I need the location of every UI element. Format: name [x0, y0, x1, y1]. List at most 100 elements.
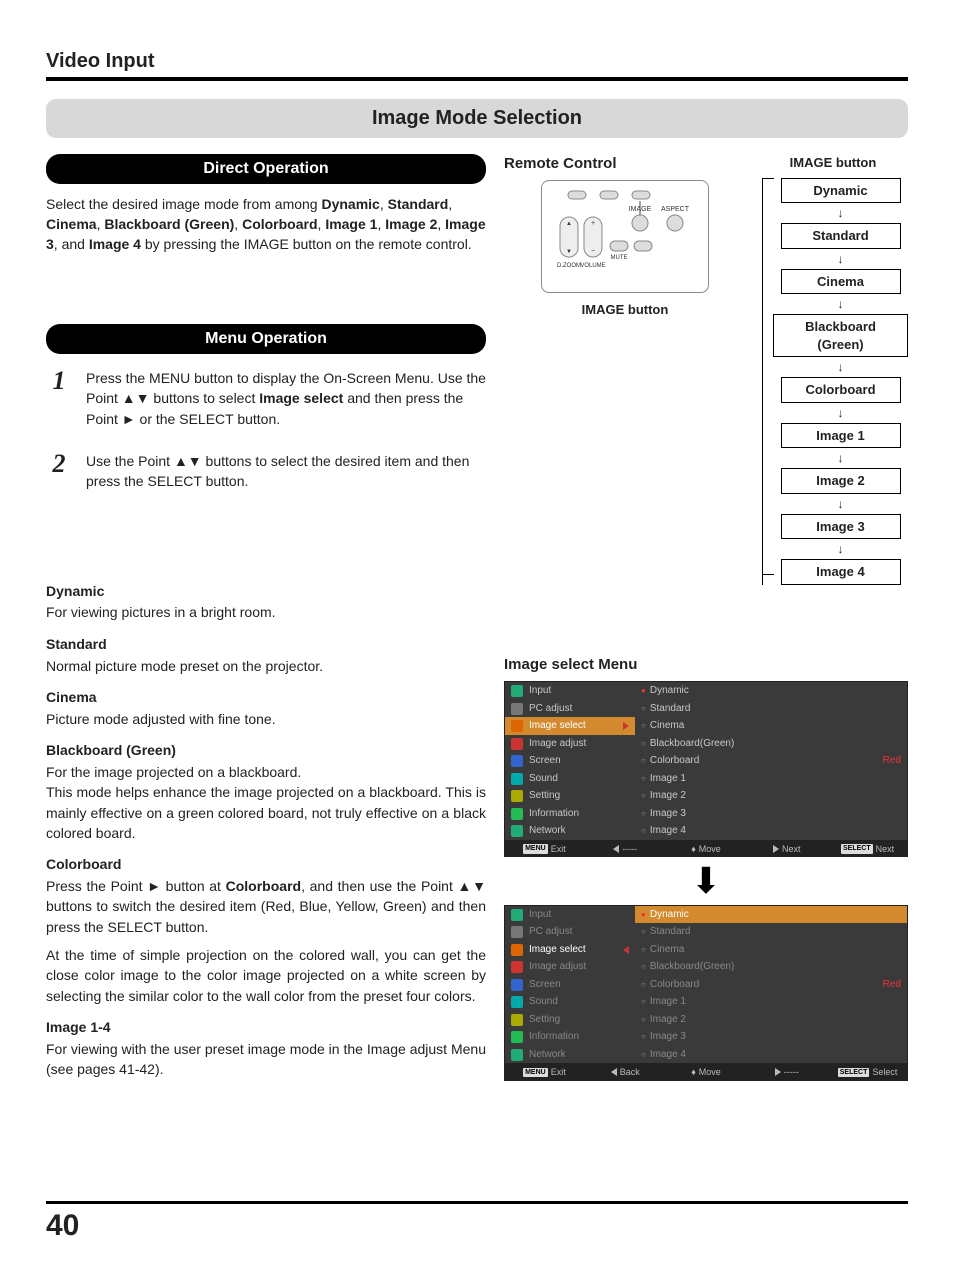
direct-op-pre: Select the desired image mode from among	[46, 196, 321, 212]
triangle-right-icon	[623, 722, 629, 730]
osd-right-label: Cinema	[641, 943, 684, 957]
menu-icon	[511, 685, 523, 697]
osd-row: InputDynamic	[505, 906, 907, 924]
menu-icon	[511, 1049, 523, 1061]
svg-text:VOLUME: VOLUME	[580, 263, 605, 269]
menu-icon	[511, 926, 523, 938]
step-body: Use the Point ▲▼ buttons to select the d…	[86, 451, 486, 492]
osd-right-label: Image 1	[641, 772, 686, 786]
osd-row: Network Image 4	[505, 1046, 907, 1064]
updown-icon: ♦	[691, 843, 696, 855]
remote-control-heading: Remote Control	[504, 154, 746, 174]
cb-desc2: At the time of simple projection on the …	[46, 945, 486, 1006]
page-title: Image Mode Selection	[46, 99, 908, 138]
osd-left-label: PC adjust	[529, 702, 572, 716]
flow-box: Blackboard (Green)	[773, 314, 908, 357]
down-arrow-icon: ↓	[838, 498, 844, 510]
osd-left-label: Input	[529, 908, 551, 922]
menu-icon	[511, 996, 523, 1008]
osd-left-label: Sound	[529, 772, 558, 786]
modes-descriptions: Dynamic For viewing pictures in a bright…	[46, 582, 486, 1080]
menu-icon	[511, 720, 523, 732]
osd-left-label: PC adjust	[529, 925, 572, 939]
flow-box: Image 1	[781, 423, 901, 449]
osd-right-label: Blackboard(Green)	[641, 960, 734, 974]
mode-desc: For the image projected on a blackboard.…	[46, 762, 486, 843]
flow-box: Image 3	[781, 514, 901, 540]
flow-box: Standard	[781, 223, 901, 249]
osd-left-label: Setting	[529, 789, 560, 803]
flow-box: Dynamic	[781, 178, 901, 204]
down-arrow-icon: ↓	[838, 298, 844, 310]
select-badge: SELECT	[838, 1068, 870, 1077]
mode-desc: Press the Point ► button at Colorboard, …	[46, 876, 486, 937]
osd-row: PC adjust Standard	[505, 923, 907, 941]
mode-title: Blackboard (Green)	[46, 741, 486, 760]
menu-badge: MENU	[523, 844, 548, 853]
step-1: 1 Press the MENU button to display the O…	[46, 368, 486, 429]
svg-text:▼: ▼	[566, 249, 572, 255]
mode-colorboard: Colorboard Press the Point ► button at C…	[46, 855, 486, 1006]
osd-left-label: Image select	[529, 943, 586, 957]
osd-row: ScreenColorboardRed	[505, 752, 907, 770]
menu-icon	[511, 773, 523, 785]
menu-icon	[511, 909, 523, 921]
osd-left-label: Information	[529, 807, 579, 821]
mode-desc: For viewing with the user preset image m…	[46, 1039, 486, 1080]
osd-left-label: Sound	[529, 995, 558, 1009]
step1-bold: Image select	[259, 390, 343, 406]
direct-op-post: by pressing the IMAGE button on the remo…	[141, 236, 472, 252]
image-button-label-below: IMAGE button	[582, 301, 669, 319]
svg-text:▲: ▲	[566, 221, 572, 227]
image-button-label-top: IMAGE button	[758, 154, 908, 172]
osd-footer-1: MENUExit ----- ♦Move Next SELECTNext	[504, 841, 908, 857]
triangle-left-icon	[613, 845, 619, 853]
osd-left-label: Image adjust	[529, 960, 586, 974]
triangle-right-icon	[775, 1068, 781, 1076]
flow-diagram: Dynamic↓Standard↓Cinema↓Blackboard (Gree…	[773, 178, 908, 585]
svg-text:+: +	[591, 220, 595, 227]
osd-row: SettingImage 2	[505, 787, 907, 805]
image-select-menu-heading: Image select Menu	[504, 655, 908, 675]
menu-badge: MENU	[523, 1068, 548, 1077]
mode-desc: For viewing pictures in a bright room.	[46, 602, 486, 622]
flow-box: Colorboard	[781, 377, 901, 403]
osd-right-label: Image 3	[641, 807, 686, 821]
osd-row: Image adjustBlackboard(Green)	[505, 735, 907, 753]
triangle-left-icon	[623, 946, 629, 954]
osd-left-label: Image adjust	[529, 737, 586, 751]
osd-right-label: Standard	[641, 702, 690, 716]
osd-left-label: Screen	[529, 978, 561, 992]
step-body: Press the MENU button to display the On-…	[86, 368, 486, 429]
mode-desc: Normal picture mode preset on the projec…	[46, 656, 486, 676]
footer-back: Back	[620, 1066, 640, 1078]
menu-icon	[511, 738, 523, 750]
osd-left-label: Network	[529, 1048, 566, 1062]
down-arrow-icon: ↓	[838, 407, 844, 419]
osd-left-label: Input	[529, 684, 551, 698]
section-header: Video Input	[46, 48, 908, 81]
svg-text:−: −	[591, 248, 595, 255]
menu-icon	[511, 1014, 523, 1026]
menu-icon	[511, 825, 523, 837]
footer-select: Select	[872, 1066, 897, 1078]
page-footer: 40	[46, 1201, 908, 1247]
osd-right-label: Standard	[641, 925, 690, 939]
osd-right-label: Image 4	[641, 1048, 686, 1062]
cb-bold: Colorboard	[226, 878, 301, 894]
svg-text:MUTE: MUTE	[611, 255, 628, 261]
select-badge: SELECT	[841, 844, 873, 853]
down-arrow-icon: ↓	[838, 543, 844, 555]
menu-icon	[511, 703, 523, 715]
osd-row: SettingImage 2	[505, 1011, 907, 1029]
mode-standard: Standard Normal picture mode preset on t…	[46, 635, 486, 676]
osd-right-label: Image 1	[641, 995, 686, 1009]
cb-pre: Press the Point ► button at	[46, 878, 226, 894]
osd-row: Information Image 3	[505, 805, 907, 823]
down-arrow-icon: ↓	[838, 452, 844, 464]
osd-row: InformationImage 3	[505, 1028, 907, 1046]
menu-icon	[511, 1031, 523, 1043]
osd-row: Image select Cinema	[505, 941, 907, 959]
osd-left-label: Information	[529, 1030, 579, 1044]
osd-row: ScreenColorboardRed	[505, 976, 907, 994]
